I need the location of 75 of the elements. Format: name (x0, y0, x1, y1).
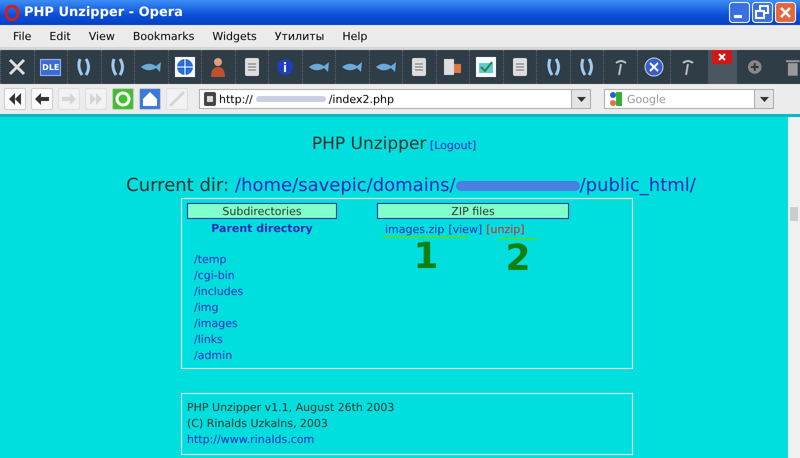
back-arrow-icon (35, 93, 49, 105)
checklist-icon[interactable] (476, 57, 496, 77)
swirl-icon[interactable] (546, 57, 562, 77)
browser-logo-icon (4, 4, 20, 20)
path-link[interactable]: /public_html/ (580, 175, 696, 196)
swirl-icon[interactable] (76, 57, 92, 77)
directory-link[interactable]: /links (194, 332, 337, 348)
parent-directory-link[interactable]: Parent directory (187, 222, 337, 235)
add-tab-icon[interactable] (746, 59, 762, 75)
menu-item[interactable]: View (80, 30, 124, 42)
directory-link[interactable]: /includes (194, 284, 337, 300)
footer-line: (C) Rinalds Uzkalns, 2003 (187, 416, 329, 432)
website-link[interactable]: http://www.rinalds.com (187, 432, 627, 448)
view-link[interactable]: [view] (448, 223, 482, 236)
maximize-icon[interactable] (752, 2, 773, 23)
fish-icon[interactable] (140, 60, 162, 74)
menu-item[interactable]: Утилиты (266, 30, 334, 42)
annotation-number: 1 (413, 238, 439, 276)
path-link[interactable]: /home/savepic/domains/ (235, 175, 456, 196)
menu-item[interactable]: Bookmarks (124, 30, 204, 42)
dropdown-button[interactable] (571, 90, 590, 108)
tab[interactable] (708, 50, 737, 84)
directory-link[interactable]: /admin (194, 348, 337, 364)
fish-icon[interactable] (374, 60, 397, 74)
close-icon[interactable] (712, 50, 732, 64)
document-icon[interactable] (244, 58, 259, 76)
logout-link[interactable]: [Logout] (430, 139, 476, 152)
annotation-number: 2 (505, 240, 531, 278)
menu-item[interactable]: Edit (40, 30, 80, 42)
fish-icon[interactable] (341, 60, 364, 74)
trash-icon[interactable] (786, 58, 800, 76)
column-heading: Subdirectories (187, 203, 337, 219)
menu-item[interactable]: File (4, 30, 40, 42)
url-prefix: http:// (219, 92, 253, 106)
x-badge-icon[interactable] (644, 57, 664, 77)
redacted-domain (256, 96, 326, 102)
url-path: /index2.php (328, 92, 394, 106)
page-icon (204, 92, 216, 106)
home-button[interactable] (139, 88, 161, 110)
minimize-icon[interactable] (729, 2, 750, 23)
directory-link[interactable]: /images (194, 316, 337, 332)
scrollbar[interactable] (788, 117, 800, 458)
close-icon[interactable] (775, 2, 796, 23)
column-heading: ZIP files (377, 203, 569, 219)
search-engine-icon (609, 90, 623, 108)
book-icon[interactable] (442, 58, 463, 76)
swirl-icon[interactable] (110, 57, 126, 77)
dropdown-button[interactable] (754, 90, 773, 108)
current-dir-label: Current dir: (126, 175, 230, 196)
info-icon[interactable] (276, 58, 294, 76)
fast-forward-icon (89, 93, 103, 105)
swirl-icon[interactable] (579, 57, 596, 77)
forward-arrow-icon (62, 93, 76, 105)
document-icon[interactable] (412, 58, 426, 76)
directory-link[interactable]: /temp (194, 252, 337, 268)
globe-icon[interactable] (174, 57, 195, 77)
caret-icon (576, 96, 586, 102)
window-title: PHP Unzipper - Opera (24, 5, 184, 20)
rewind-button[interactable] (4, 88, 26, 110)
rewind-icon (8, 93, 22, 105)
menu-item[interactable]: Widgets (203, 30, 266, 42)
annotation-underline (499, 238, 537, 240)
document-icon[interactable] (512, 58, 527, 76)
menu-item[interactable]: Help (333, 30, 376, 42)
page-title: PHP Unzipper (312, 134, 426, 154)
footer-line: PHP Unzipper v1.1, August 26th 2003 (187, 400, 396, 416)
bookmark-badge[interactable]: DLE (40, 58, 62, 76)
caret-icon (760, 96, 768, 102)
address-field[interactable]: http:// /index2.php (199, 89, 591, 109)
back-button[interactable] (31, 88, 53, 110)
directory-link[interactable]: /cgi-bin (194, 268, 337, 284)
person-icon[interactable] (210, 57, 226, 77)
directory-link[interactable]: /img (194, 300, 337, 316)
fish-icon[interactable] (308, 60, 330, 74)
zip-file-link[interactable]: images.zip (385, 223, 444, 236)
